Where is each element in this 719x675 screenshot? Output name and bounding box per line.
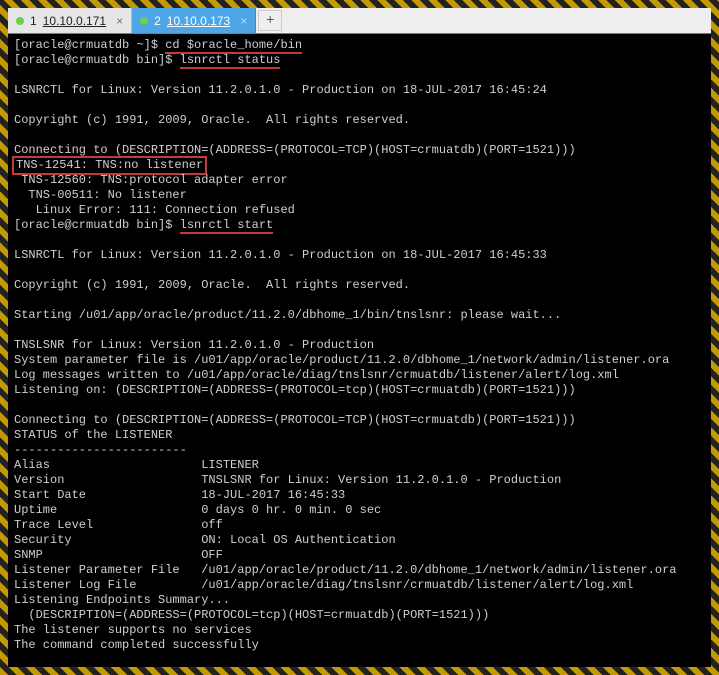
output-line: Listening on: (DESCRIPTION=(ADDRESS=(PRO…: [14, 383, 576, 397]
output-line: Connecting to (DESCRIPTION=(ADDRESS=(PRO…: [14, 143, 576, 157]
output-line: ------------------------: [14, 443, 187, 457]
output-line: Linux Error: 111: Connection refused: [14, 203, 295, 217]
output-line: Listener Parameter File /u01/app/oracle/…: [14, 563, 677, 577]
shell-prompt: [oracle@crmuatdb ~]$: [14, 38, 165, 52]
output-line: (DESCRIPTION=(ADDRESS=(PROTOCOL=tcp)(HOS…: [14, 608, 489, 622]
command-text: cd $oracle_home/bin: [165, 38, 302, 54]
output-line: Alias LISTENER: [14, 458, 259, 472]
output-line: TNS-12560: TNS:protocol adapter error: [14, 173, 288, 187]
output-line: Listener Log File /u01/app/oracle/diag/t…: [14, 578, 633, 592]
tab-index: 1: [30, 14, 37, 28]
output-line: Listening Endpoints Summary...: [14, 593, 230, 607]
tab-label: 10.10.0.171: [43, 14, 106, 28]
status-dot-icon: [16, 17, 24, 25]
tab-index: 2: [154, 14, 161, 28]
output-line: Log messages written to /u01/app/oracle/…: [14, 368, 619, 382]
tab-2[interactable]: 2 10.10.0.173 ×: [132, 8, 256, 33]
add-tab-button[interactable]: +: [258, 10, 282, 31]
terminal-output[interactable]: [oracle@crmuatdb ~]$ cd $oracle_home/bin…: [8, 34, 711, 667]
decorative-border: 1 10.10.0.171 × 2 10.10.0.173 × + [oracl…: [0, 0, 719, 675]
output-line: Security ON: Local OS Authentication: [14, 533, 396, 547]
close-icon[interactable]: ×: [116, 14, 123, 28]
output-line: The listener supports no services: [14, 623, 252, 637]
output-line: LSNRCTL for Linux: Version 11.2.0.1.0 - …: [14, 248, 547, 262]
close-icon[interactable]: ×: [240, 14, 247, 28]
output-line: Starting /u01/app/oracle/product/11.2.0/…: [14, 308, 561, 322]
output-line: TNSLSNR for Linux: Version 11.2.0.1.0 - …: [14, 338, 374, 352]
tab-bar: 1 10.10.0.171 × 2 10.10.0.173 × +: [8, 8, 711, 34]
output-line: Start Date 18-JUL-2017 16:45:33: [14, 488, 345, 502]
output-line: Copyright (c) 1991, 2009, Oracle. All ri…: [14, 113, 410, 127]
output-line: The command completed successfully: [14, 638, 259, 652]
output-line: SNMP OFF: [14, 548, 223, 562]
output-line: STATUS of the LISTENER: [14, 428, 172, 442]
output-line: LSNRCTL for Linux: Version 11.2.0.1.0 - …: [14, 83, 547, 97]
output-line: Connecting to (DESCRIPTION=(ADDRESS=(PRO…: [14, 413, 576, 427]
output-line: Version TNSLSNR for Linux: Version 11.2.…: [14, 473, 561, 487]
output-line: Copyright (c) 1991, 2009, Oracle. All ri…: [14, 278, 410, 292]
terminal-window: 1 10.10.0.171 × 2 10.10.0.173 × + [oracl…: [8, 8, 711, 667]
output-line: Trace Level off: [14, 518, 223, 532]
command-text: lsnrctl start: [180, 218, 274, 234]
tab-1[interactable]: 1 10.10.0.171 ×: [8, 8, 132, 33]
tab-label: 10.10.0.173: [167, 14, 230, 28]
output-line: System parameter file is /u01/app/oracle…: [14, 353, 669, 367]
status-dot-icon: [140, 17, 148, 25]
shell-prompt: [oracle@crmuatdb bin]$: [14, 53, 180, 67]
output-line: TNS-00511: No listener: [14, 188, 187, 202]
command-text: lsnrctl status: [180, 53, 281, 69]
shell-prompt: [oracle@crmuatdb bin]$: [14, 218, 180, 232]
output-line: Uptime 0 days 0 hr. 0 min. 0 sec: [14, 503, 381, 517]
